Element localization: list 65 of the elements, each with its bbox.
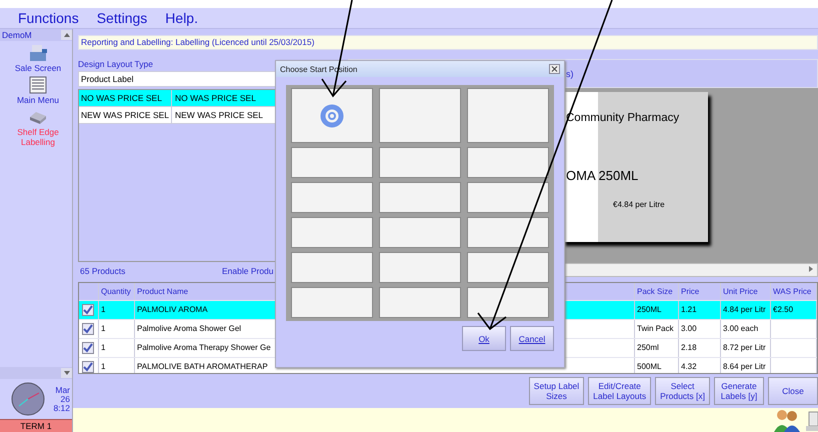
table-cell: 1 [101,324,106,333]
table-cell: Palmolive Aroma Shower Gel [137,324,242,333]
users-icon [772,408,802,432]
clock-day: 26 [60,394,70,404]
table-cell: 8.64 per Litr [723,362,766,371]
label-position[interactable] [467,287,549,318]
table-cell: PALMOLIV AROMA [137,305,208,314]
table-cell: 8.72 per Litr [723,343,766,352]
table-cell: 250ML [637,305,662,314]
table-cell: 3.00 [681,324,697,333]
table-cell: 3.00 each [723,324,758,333]
table-cell: 4.84 per Litr [723,305,766,314]
row-checkbox[interactable] [82,342,94,354]
table-cell: 2.18 [681,343,697,352]
sidebar-item[interactable]: Main Menu [8,76,68,105]
product-count: 65 Products [79,266,126,276]
menu-item[interactable]: Help. [165,10,198,26]
row-checkbox[interactable] [82,304,94,316]
screen-title: Reporting and Labelling: Labelling (Licenced until 25/03/2015) [78,35,818,50]
close-icon[interactable] [549,64,560,74]
menu-item[interactable]: Functions [18,10,79,26]
terminal-label: TERM 1 [0,419,72,432]
action-button[interactable]: Edit/Create Label Layouts [588,377,652,405]
clock-time: 8:12 [53,404,70,412]
action-button[interactable]: Select Products [x] [655,377,710,405]
column-header[interactable]: Price [679,283,721,300]
column-header[interactable]: Pack Size [635,283,679,300]
column-header[interactable]: Unit Price [721,283,771,300]
row-checkbox[interactable] [82,323,94,335]
action-button[interactable]: Generate Labels [y] [714,377,764,405]
action-button[interactable]: Setup Label Sizes [528,377,584,405]
table-cell: Palmolive Aroma Therapy Shower Ge [137,343,271,352]
unit-price: €4.84 per Litre [613,200,666,209]
sidebar-title: DemoM [2,30,32,40]
table-cell: Twin Pack [637,324,674,333]
dialog-button[interactable]: Cancel [510,326,554,351]
design-layout-label: Design Layout Type [78,59,153,71]
product-title: OMA 250ML [566,168,640,183]
column-header[interactable]: WAS Price [771,283,817,300]
table-cell: 1 [101,362,106,371]
table-cell: 500ML [637,362,662,371]
menu-item[interactable]: Settings [96,10,148,26]
scroll-down-button[interactable] [61,368,72,378]
action-button[interactable]: Close [768,377,818,405]
list-icon [28,76,48,94]
column-header[interactable]: Quantity [99,283,135,300]
table-cell: PALMOLIVE BATH AROMATHERAP [137,362,268,371]
dialog-button[interactable]: Ok [462,326,506,351]
target-icon [320,104,344,128]
clock-month: Mar [55,386,70,394]
scroll-up-button[interactable] [61,30,72,40]
table-cell: 250ml [637,343,659,352]
table-cell: €2.50 [773,305,794,314]
enable-products-link[interactable]: Enable Produ [222,266,274,276]
preview-tab[interactable]: s) [566,68,574,78]
table-cell: 1.21 [681,305,697,314]
clock-icon [10,381,46,417]
down-arrow-icon [64,371,70,375]
up-arrow-icon [64,33,70,37]
table-cell: 1 [101,343,106,352]
row-checkbox[interactable] [82,361,94,373]
sidebar-item[interactable]: Sale Screen [8,44,68,73]
table-cell: 1 [101,305,106,314]
table-cell: 4.32 [681,362,697,371]
cash-register-icon [28,44,48,62]
